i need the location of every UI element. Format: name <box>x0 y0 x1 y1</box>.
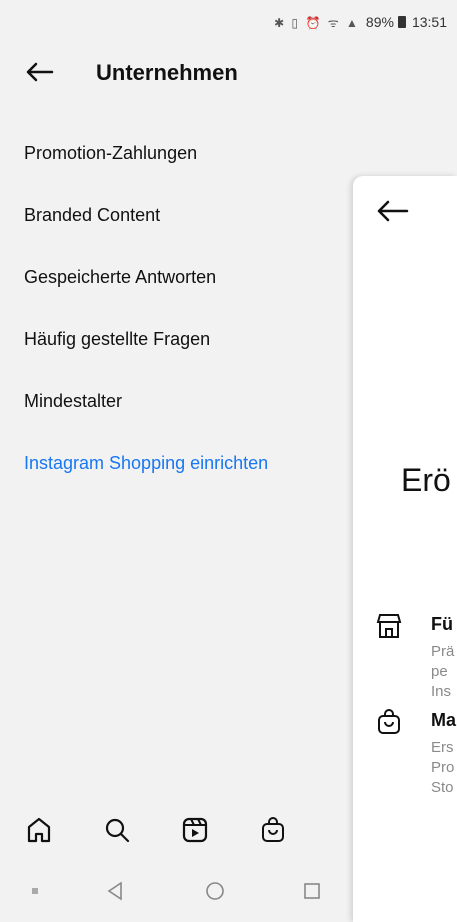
search-icon[interactable] <box>103 816 131 844</box>
storefront-icon <box>376 614 402 638</box>
desc-line: Pro <box>431 759 455 776</box>
shopping-setup-panel: Erö Fü Prä pe Ins Ma Ers Pro Sto <box>353 176 457 922</box>
menu-item-faq[interactable]: Häufig gestellte Fragen <box>24 316 268 378</box>
nav-reels[interactable] <box>156 816 234 844</box>
menu-item-min-age[interactable]: Mindestalter <box>24 378 268 440</box>
system-navigation <box>0 860 353 922</box>
overlay-back-arrow-icon[interactable] <box>375 198 409 224</box>
menu-item-saved-replies[interactable]: Gespeicherte Antworten <box>24 254 268 316</box>
clock-time: 13:51 <box>411 14 447 30</box>
desc-line: Prä <box>431 643 455 660</box>
back-arrow-icon[interactable] <box>24 60 54 84</box>
feature-storefront-title: Fü <box>431 614 453 634</box>
overlay-title: Erö <box>401 462 451 498</box>
battery-icon <box>397 16 406 28</box>
feature-shopping-title: Ma <box>431 710 457 730</box>
nav-home[interactable] <box>0 816 78 844</box>
settings-menu: Promotion-Zahlungen Branded Content Gesp… <box>24 130 268 502</box>
sys-small-square <box>0 888 70 894</box>
nav-search[interactable] <box>78 816 156 844</box>
menu-item-setup-shopping[interactable]: Instagram Shopping einrichten <box>24 440 268 502</box>
desc-line: Ins <box>431 683 452 700</box>
menu-item-branded-content[interactable]: Branded Content <box>24 192 268 254</box>
sys-recent[interactable] <box>270 880 353 902</box>
desc-line: Ers <box>431 739 454 756</box>
sys-back[interactable] <box>70 880 160 902</box>
feature-shopping-desc: Ers Pro Sto <box>431 738 454 798</box>
status-icons: ✱ ▯ ⏰ ᯤ ▲ <box>274 15 360 30</box>
recent-square-icon[interactable] <box>301 880 323 902</box>
feature-storefront-desc: Prä pe Ins <box>431 642 454 702</box>
desc-line: Sto <box>431 779 454 796</box>
sys-home[interactable] <box>160 880 270 902</box>
bottom-navigation <box>0 800 353 860</box>
desc-line: pe <box>431 663 448 680</box>
app-header: Unternehmen <box>0 52 457 96</box>
square-small-icon <box>32 888 38 894</box>
nav-shop[interactable] <box>234 816 312 844</box>
shop-icon[interactable] <box>259 816 287 844</box>
home-icon[interactable] <box>25 816 53 844</box>
menu-item-promotion-payments[interactable]: Promotion-Zahlungen <box>24 130 268 192</box>
shopping-bag-icon <box>378 709 400 734</box>
back-triangle-icon[interactable] <box>104 880 126 902</box>
home-circle-icon[interactable] <box>204 880 226 902</box>
status-bar: ✱ ▯ ⏰ ᯤ ▲ 89% 13:51 <box>0 0 457 44</box>
battery-percent: 89% <box>365 14 394 30</box>
reels-icon[interactable] <box>181 816 209 844</box>
page-title: Unternehmen <box>96 60 238 85</box>
